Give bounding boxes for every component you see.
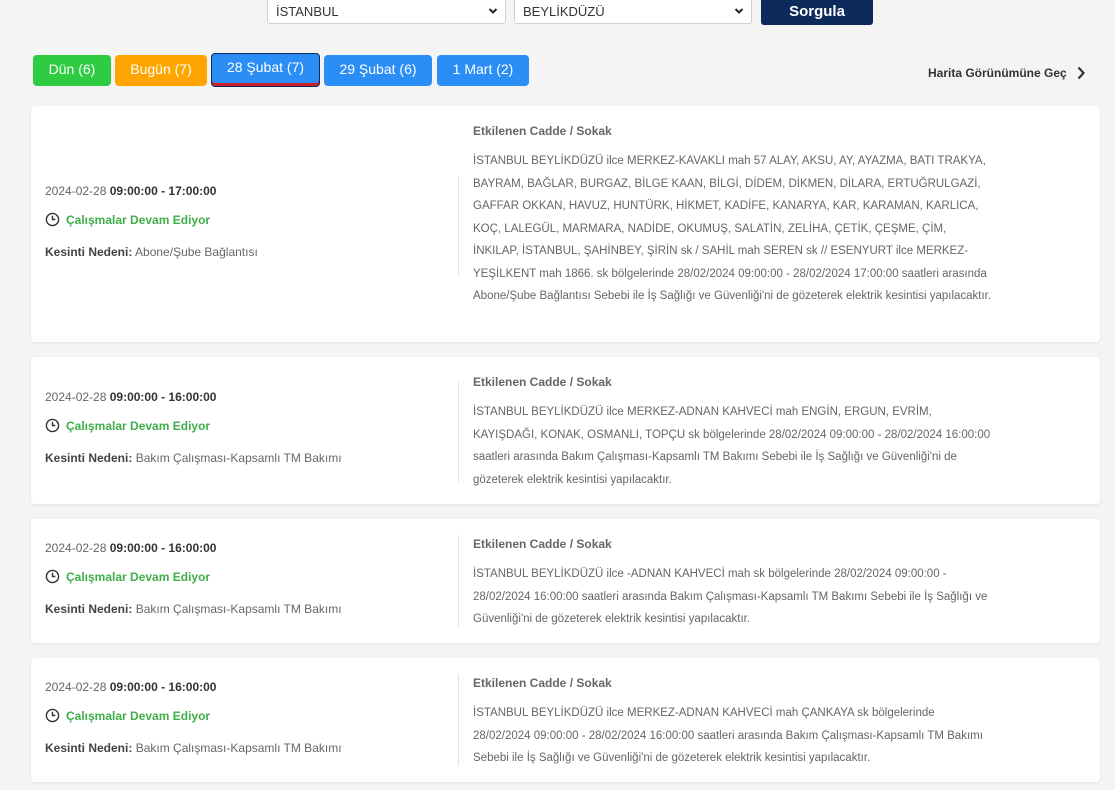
- outage-summary: 2024-02-28 09:00:00 - 17:00:00 Çalışmala…: [45, 184, 445, 259]
- query-button[interactable]: Sorgula: [761, 0, 873, 25]
- reason-label: Kesinti Nedeni:: [45, 741, 133, 755]
- outage-time: 09:00:00 - 17:00:00: [109, 184, 217, 198]
- reason-value: Bakım Çalışması-Kapsamlı TM Bakımı: [135, 602, 342, 616]
- outage-summary: 2024-02-28 09:00:00 - 16:00:00 Çalışmala…: [45, 680, 445, 755]
- status-text: Çalışmalar Devam Ediyor: [66, 213, 211, 227]
- tab-yesterday[interactable]: Dün (6): [33, 55, 111, 86]
- outage-reason: Kesinti Nedeni: Bakım Çalışması-Kapsamlı…: [45, 451, 342, 465]
- outage-datetime: 2024-02-28 09:00:00 - 17:00:00: [45, 184, 445, 198]
- affected-streets: Etkilenen Cadde / Sokak İSTANBUL BEYLİKD…: [473, 375, 993, 491]
- column-divider: [458, 382, 459, 482]
- outage-date: 2024-02-28: [45, 680, 107, 694]
- reason-label: Kesinti Nedeni:: [45, 451, 133, 465]
- status-text: Çalışmalar Devam Ediyor: [66, 570, 211, 584]
- clock-icon: [45, 708, 60, 723]
- tab-29-subat[interactable]: 29 Şubat (6): [324, 55, 432, 86]
- outage-time: 09:00:00 - 16:00:00: [109, 680, 217, 694]
- reason-label: Kesinti Nedeni:: [45, 602, 133, 616]
- outage-card: 2024-02-28 09:00:00 - 16:00:00 Çalışmala…: [31, 519, 1100, 643]
- outage-reason: Kesinti Nedeni: Abone/Şube Bağlantısı: [45, 245, 258, 259]
- filter-bar: İSTANBUL BEYLİKDÜZÜ Sorgula: [0, 0, 1115, 26]
- outage-card: 2024-02-28 09:00:00 - 17:00:00 Çalışmala…: [31, 106, 1100, 342]
- outage-date: 2024-02-28: [45, 184, 107, 198]
- reason-value: Bakım Çalışması-Kapsamlı TM Bakımı: [135, 451, 342, 465]
- outage-time: 09:00:00 - 16:00:00: [109, 541, 217, 555]
- chevron-right-icon: [1077, 66, 1085, 80]
- outage-card: 2024-02-28 09:00:00 - 16:00:00 Çalışmala…: [31, 658, 1100, 782]
- affected-streets-description: İSTANBUL BEYLİKDÜZÜ ilce MERKEZ-ADNAN KA…: [473, 707, 983, 764]
- outage-datetime: 2024-02-28 09:00:00 - 16:00:00: [45, 541, 445, 555]
- affected-streets: Etkilenen Cadde / Sokak İSTANBUL BEYLİKD…: [473, 537, 993, 631]
- city-select-value: İSTANBUL: [276, 4, 339, 19]
- map-view-link-label: Harita Görünümüne Geç: [928, 66, 1067, 80]
- clock-icon: [45, 418, 60, 433]
- affected-streets-description: İSTANBUL BEYLİKDÜZÜ ilce -ADNAN KAHVECİ …: [473, 568, 988, 625]
- status-text: Çalışmalar Devam Ediyor: [66, 419, 211, 433]
- outage-reason: Kesinti Nedeni: Bakım Çalışması-Kapsamlı…: [45, 741, 342, 755]
- outage-date: 2024-02-28: [45, 390, 107, 404]
- tab-1-mart[interactable]: 1 Mart (2): [437, 55, 529, 86]
- affected-streets-heading: Etkilenen Cadde / Sokak: [473, 676, 612, 690]
- reason-value: Bakım Çalışması-Kapsamlı TM Bakımı: [135, 741, 342, 755]
- outage-datetime: 2024-02-28 09:00:00 - 16:00:00: [45, 680, 445, 694]
- outage-summary: 2024-02-28 09:00:00 - 16:00:00 Çalışmala…: [45, 390, 445, 465]
- affected-streets-heading: Etkilenen Cadde / Sokak: [473, 124, 612, 138]
- reason-label: Kesinti Nedeni:: [45, 245, 133, 259]
- affected-streets: Etkilenen Cadde / Sokak İSTANBUL BEYLİKD…: [473, 124, 993, 308]
- district-select-value: BEYLİKDÜZÜ: [523, 4, 605, 19]
- district-select[interactable]: BEYLİKDÜZÜ: [514, 0, 752, 24]
- affected-streets-description: İSTANBUL BEYLİKDÜZÜ ilce MERKEZ-KAVAKLI …: [473, 155, 992, 302]
- outage-summary: 2024-02-28 09:00:00 - 16:00:00 Çalışmala…: [45, 541, 445, 616]
- affected-streets-description: İSTANBUL BEYLİKDÜZÜ ilce MERKEZ-ADNAN KA…: [473, 406, 991, 486]
- column-divider: [458, 535, 459, 627]
- tab-28-subat[interactable]: 28 Şubat (7): [211, 53, 320, 87]
- map-view-link[interactable]: Harita Görünümüne Geç: [928, 65, 1085, 81]
- reason-value: Abone/Şube Bağlantısı: [135, 245, 258, 259]
- clock-icon: [45, 212, 60, 227]
- column-divider: [458, 674, 459, 766]
- outage-datetime: 2024-02-28 09:00:00 - 16:00:00: [45, 390, 445, 404]
- clock-icon: [45, 569, 60, 584]
- city-select[interactable]: İSTANBUL: [267, 0, 506, 24]
- outage-reason: Kesinti Nedeni: Bakım Çalışması-Kapsamlı…: [45, 602, 342, 616]
- tab-today[interactable]: Bugün (7): [115, 55, 207, 86]
- affected-streets: Etkilenen Cadde / Sokak İSTANBUL BEYLİKD…: [473, 676, 993, 770]
- outage-card: 2024-02-28 09:00:00 - 16:00:00 Çalışmala…: [31, 357, 1100, 504]
- outage-time: 09:00:00 - 16:00:00: [109, 390, 217, 404]
- affected-streets-heading: Etkilenen Cadde / Sokak: [473, 537, 612, 551]
- chevron-down-icon: [734, 8, 744, 14]
- status-text: Çalışmalar Devam Ediyor: [66, 709, 211, 723]
- column-divider: [458, 176, 459, 276]
- outage-date: 2024-02-28: [45, 541, 107, 555]
- chevron-down-icon: [488, 8, 498, 14]
- affected-streets-heading: Etkilenen Cadde / Sokak: [473, 375, 612, 389]
